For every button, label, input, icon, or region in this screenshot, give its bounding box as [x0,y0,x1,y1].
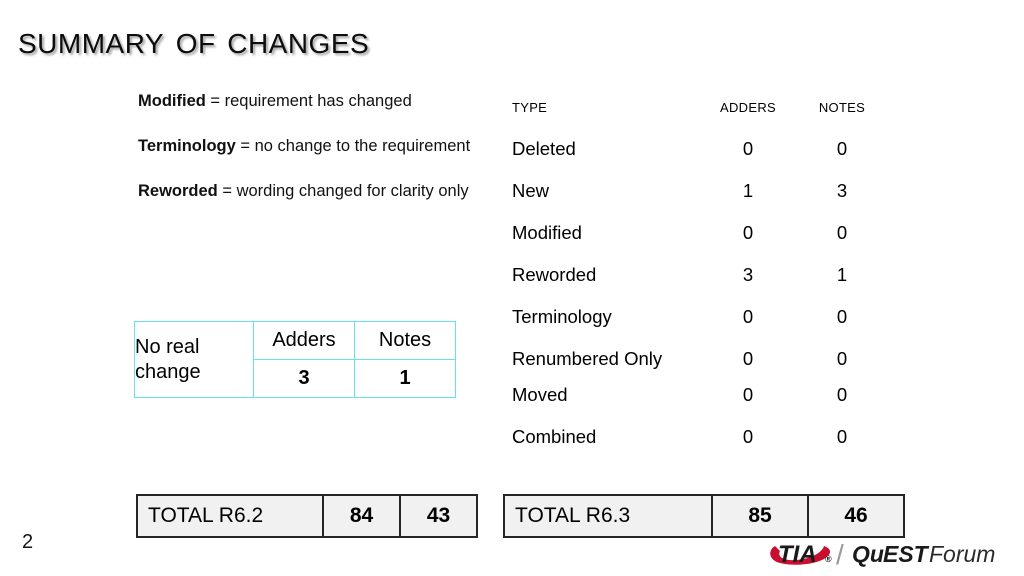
table-row: No real change Adders Notes [134,321,456,398]
change-type-adders: 0 [742,348,754,369]
table-row: Combined 0 0 [512,425,892,467]
change-type-name: Modified [512,222,582,243]
total-r63-label: TOTAL R6.3 [503,494,713,538]
definition-term: Modified [138,92,206,110]
total-r63-table: TOTAL R6.3 85 46 [503,494,905,538]
table-row: TOTAL R6.2 84 43 [136,494,478,538]
change-type-notes: 0 [836,138,848,159]
change-type-table: Type Adders Notes Deleted 0 0 New 1 3 Mo… [512,95,892,467]
definition-item: Terminology = no change to the requireme… [138,133,478,159]
definitions-block: Modified = requirement has changed Termi… [138,88,478,204]
page-number: 2 [22,531,34,553]
logo-forum-text: Forum [929,541,995,567]
table-row: Terminology 0 0 [512,305,892,347]
logo-registered-mark: ® [825,554,832,564]
total-r62-label: TOTAL R6.2 [136,494,324,538]
total-r62-adders: 84 [322,494,401,538]
logo-separator: / [836,539,844,570]
tia-quest-forum-logo: TIA ® / Qu EST Forum [770,539,995,570]
no-real-change-notes-header: Notes [354,321,456,360]
change-type-notes: 0 [836,426,848,447]
table-row: TOTAL R6.3 85 46 [503,494,905,538]
no-real-change-label: No real change [134,321,254,398]
definition-text: = wording changed for clarity only [217,182,469,200]
change-type-adders: 0 [742,222,754,243]
change-type-name: New [512,180,550,201]
page-title: Summary of Changes [18,18,370,62]
change-type-notes: 1 [836,264,848,285]
change-type-adders: 1 [742,180,754,201]
change-type-notes: 0 [836,384,848,405]
logo-quest-est: EST [883,541,930,567]
change-type-adders: 0 [742,426,754,447]
definition-item: Reworded = wording changed for clarity o… [138,178,478,204]
definition-term: Terminology [138,137,236,155]
change-type-notes: 0 [836,222,848,243]
table-row: New 1 3 [512,179,892,221]
definition-term: Reworded [138,182,218,200]
change-type-name: Combined [512,426,597,447]
change-type-name: Renumbered Only [512,348,663,369]
definition-text: = no change to the requirement [235,137,471,155]
column-header-type: Type [512,96,548,117]
table-row: Deleted 0 0 [512,137,892,179]
no-real-change-notes-value: 1 [354,359,456,398]
logo-quest-qu: Qu [852,541,884,567]
table-row: Modified 0 0 [512,221,892,263]
no-real-change-table: No real change Adders Notes 3 1 [134,321,456,398]
total-r63-adders: 85 [711,494,809,538]
total-r62-notes: 43 [399,494,478,538]
definition-text: = requirement has changed [205,92,412,110]
table-row: Renumbered Only 0 0 [512,347,892,383]
definition-item: Modified = requirement has changed [138,88,478,114]
change-type-name: Moved [512,384,568,405]
change-type-adders: 0 [742,384,754,405]
change-type-name: Deleted [512,138,576,159]
no-real-change-adders-value: 3 [253,359,355,398]
change-type-adders: 0 [742,138,754,159]
change-type-name: Terminology [512,306,612,327]
change-type-header-row: Type Adders Notes [512,95,892,137]
table-row: Reworded 3 1 [512,263,892,305]
change-type-adders: 0 [742,306,754,327]
total-r63-notes: 46 [807,494,905,538]
change-type-name: Reworded [512,264,597,285]
change-type-adders: 3 [742,264,754,285]
no-real-change-adders-header: Adders [253,321,355,360]
table-row: Moved 0 0 [512,383,892,425]
logo-tia-text: TIA [778,541,817,568]
change-type-notes: 0 [836,348,848,369]
column-header-notes: Notes [818,96,866,117]
change-type-notes: 3 [836,180,848,201]
column-header-adders: Adders [720,96,776,117]
change-type-notes: 0 [836,306,848,327]
slide-canvas: Summary of Changes Modified = requiremen… [0,0,1024,576]
total-r62-table: TOTAL R6.2 84 43 [136,494,478,538]
